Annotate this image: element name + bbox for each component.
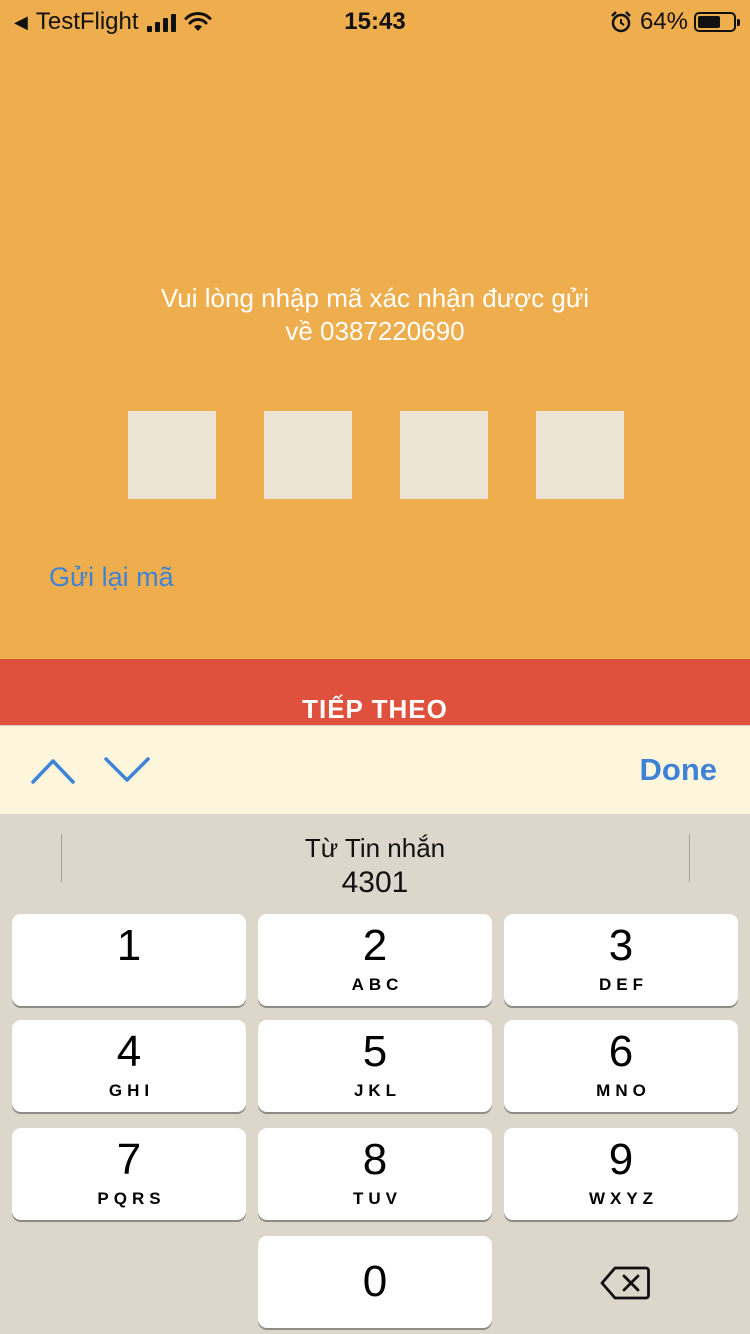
key-letters: DEF bbox=[599, 975, 648, 994]
verification-prompt: Vui lòng nhập mã xác nhận được gửi về 03… bbox=[0, 282, 750, 348]
alarm-icon bbox=[611, 11, 631, 33]
prompt-line-2: về 0387220690 bbox=[285, 316, 465, 346]
status-bar: ◀ TestFlight 15:43 64% bbox=[0, 0, 750, 42]
key-digit: 9 bbox=[608, 1135, 634, 1184]
battery-level bbox=[698, 16, 720, 28]
key-digit: 7 bbox=[116, 1135, 142, 1184]
key-letters: GHI bbox=[108, 1081, 155, 1100]
key-6[interactable]: 6 MNO bbox=[504, 1020, 738, 1112]
key-digit: 2 bbox=[362, 921, 388, 970]
code-box-2[interactable] bbox=[264, 411, 352, 499]
key-letters: MNO bbox=[596, 1081, 651, 1100]
key-letters: JKL bbox=[353, 1081, 402, 1100]
key-3[interactable]: 3 DEF bbox=[504, 914, 738, 1006]
key-digit: 0 bbox=[362, 1257, 388, 1306]
chevron-up-icon[interactable] bbox=[31, 756, 75, 784]
chevron-down-icon[interactable] bbox=[104, 756, 150, 784]
key-digit: 3 bbox=[608, 921, 634, 970]
key-2[interactable]: 2 ABC bbox=[258, 914, 492, 1006]
status-right: 64% bbox=[610, 8, 740, 36]
next-button[interactable]: TIẾP THEO bbox=[0, 659, 750, 729]
code-box-1[interactable] bbox=[128, 411, 216, 499]
key-letters: WXYZ bbox=[588, 1189, 659, 1208]
code-box-3[interactable] bbox=[400, 411, 488, 499]
key-digit: 6 bbox=[608, 1027, 634, 1076]
key-1[interactable]: 1 bbox=[12, 914, 246, 1006]
code-box-4[interactable] bbox=[536, 411, 624, 499]
done-button[interactable]: Done bbox=[640, 752, 718, 788]
prompt-line-1: Vui lòng nhập mã xác nhận được gửi bbox=[160, 283, 590, 313]
key-digit: 4 bbox=[116, 1027, 142, 1076]
keyboard-toolbar: Done bbox=[0, 725, 750, 814]
suggestion-code: 4301 bbox=[341, 866, 409, 899]
key-digit: 1 bbox=[116, 921, 142, 970]
key-digit: 5 bbox=[362, 1027, 388, 1076]
backspace-icon[interactable] bbox=[600, 1266, 650, 1300]
numeric-keyboard: Từ Tin nhắn 4301 1 2 ABC 3 DEF 4 GHI 5 J… bbox=[0, 814, 750, 1334]
battery-percent: 64% bbox=[639, 8, 688, 35]
key-letters: ABC bbox=[351, 975, 404, 994]
key-7[interactable]: 7 PQRS bbox=[12, 1128, 246, 1220]
key-letters: TUV bbox=[353, 1189, 402, 1208]
key-8[interactable]: 8 TUV bbox=[258, 1128, 492, 1220]
resend-code-link[interactable]: Gửi lại mã bbox=[49, 562, 174, 593]
key-5[interactable]: 5 JKL bbox=[258, 1020, 492, 1112]
otp-suggestion[interactable]: Từ Tin nhắn 4301 bbox=[0, 832, 750, 902]
key-4[interactable]: 4 GHI bbox=[12, 1020, 246, 1112]
key-9[interactable]: 9 WXYZ bbox=[504, 1128, 738, 1220]
key-digit: 8 bbox=[362, 1135, 388, 1184]
battery-icon bbox=[694, 12, 740, 32]
key-0[interactable]: 0 bbox=[258, 1236, 492, 1328]
key-letters: PQRS bbox=[97, 1189, 166, 1208]
suggestion-source: Từ Tin nhắn bbox=[304, 833, 446, 863]
